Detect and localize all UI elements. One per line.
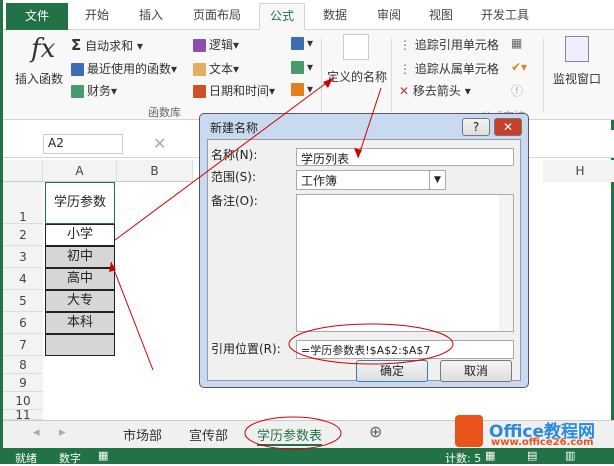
tab-data[interactable]: 数据 [323,6,347,23]
page-layout-icon[interactable]: ▤ [527,449,537,462]
logic-icon [193,39,206,52]
datetime-button[interactable]: 日期和时间▾ [193,82,275,99]
row-header-8[interactable]: 8 [3,356,43,374]
trace-dep-icon: ⋮ [399,62,411,76]
name-input[interactable]: 学历列表 [296,148,514,166]
row-header-6[interactable]: 6 [3,312,43,334]
evaluate-formula-icon[interactable]: ⓕ [511,82,523,99]
trace-precedents-button[interactable]: ⋮ 追踪引用单元格 [399,36,499,53]
new-name-dialog: 新建名称 ? ✕ 名称(N): 学历列表 范围(S): 工作簿 ▼ 备注(O): … [199,113,529,388]
math-button[interactable]: ▾ [291,60,313,74]
row-header-7[interactable]: 7 [3,334,43,356]
add-sheet-icon[interactable]: ⊕ [369,422,382,441]
normal-view-icon[interactable]: ▦ [485,449,495,462]
show-formulas-icon[interactable]: ▦ [511,36,522,50]
remove-arrows-icon: ✕ [399,84,410,98]
recent-functions-button[interactable]: 最近使用的函数▾ [71,60,177,77]
scrollbar[interactable] [499,195,513,331]
close-button[interactable]: ✕ [494,118,522,136]
name-label: 名称(N): [211,148,258,162]
watch-window-button[interactable]: 监视窗口 [553,70,601,87]
comment-label: 备注(O): [211,194,258,208]
tab-insert[interactable]: 插入 [139,6,163,23]
row-header-1[interactable]: 1 [3,182,43,224]
col-header-b[interactable]: B [117,160,193,182]
more-functions-button[interactable]: ▾ [291,82,313,96]
col-header-h[interactable]: H [543,160,614,182]
sheet-tab-education[interactable]: 学历参数表 [257,425,323,446]
row-header-3[interactable]: 3 [3,246,43,268]
trace-icon: ⋮ [399,38,411,52]
ribbon-tabs: 文件 开始 插入 页面布局 公式 数据 审阅 视图 开发工具 [3,0,614,31]
row-header-9[interactable]: 9 [3,374,43,392]
sheet-tab-publicity[interactable]: 宣传部 [189,425,228,444]
row-header-4[interactable]: 4 [3,268,43,290]
watermark-url: www.office26.com [491,437,594,448]
ref-input[interactable]: =学历参数表!$A$2:$A$7 [296,340,514,359]
page-break-icon[interactable]: ▥ [565,449,575,462]
logical-button[interactable]: 逻辑▾ [193,36,239,53]
math-icon [291,61,304,74]
scroll-left-icon[interactable]: ◂ [33,425,40,440]
finance-icon [71,85,84,98]
tab-page-layout[interactable]: 页面布局 [193,6,241,23]
tab-developer[interactable]: 开发工具 [481,6,529,23]
ok-button[interactable]: 确定 [356,360,428,382]
sheet-tab-market[interactable]: 市场部 [123,425,162,444]
sheet-tabs-bar: ◂ ▸ 市场部 宣传部 学历参数表 ⊕ Office教程网 www.office… [3,415,614,448]
comment-textarea[interactable] [296,194,514,332]
group-label-library: 函数库 [148,106,181,119]
autosum-button[interactable]: Σ 自动求和 ▾ [71,36,143,54]
row-header-11[interactable]: 11 [3,409,43,421]
star-icon [71,63,84,76]
text-icon [193,63,206,76]
tab-home[interactable]: 开始 [85,6,109,23]
ref-label: 引用位置(R): [211,342,281,356]
scroll-right-icon[interactable]: ▸ [59,425,66,440]
cancel-button[interactable]: 取消 [440,360,512,382]
sigma-icon: Σ [71,36,82,54]
cell-a1[interactable]: 学历参数 [45,182,115,224]
cell-a6[interactable]: 本科 [45,312,115,334]
trace-dependents-button[interactable]: ⋮ 追踪从属单元格 [399,60,499,77]
macro-record-icon[interactable]: ▦ [98,449,108,462]
help-button[interactable]: ? [462,118,490,136]
tab-review[interactable]: 审阅 [377,6,401,23]
tab-file[interactable]: 文件 [6,3,68,30]
row-header-2[interactable]: 2 [3,224,43,246]
cell-a2[interactable]: 小学 [45,224,115,246]
name-manager-icon [343,34,369,60]
cancel-icon[interactable]: ✕ [153,134,166,153]
more-icon [291,83,304,96]
cell-a5[interactable]: 大专 [45,290,115,312]
lookup-button[interactable]: ▾ [291,36,313,50]
defined-names-button[interactable]: 定义的名称 [327,68,387,85]
dialog-title: 新建名称 [210,121,259,135]
status-bar: 就绪 数字 ▦ 计数: 5 ▦ ▤ ▥ [3,448,614,465]
cell-a3[interactable]: 初中 [45,246,115,268]
dropdown-arrow-icon[interactable]: ▼ [429,171,445,189]
scope-label: 范围(S): [211,170,257,184]
lookup-icon [291,37,304,50]
clock-icon [193,85,206,98]
row-header-5[interactable]: 5 [3,290,43,312]
error-check-icon[interactable]: ✔▾ [511,60,527,74]
tab-formulas[interactable]: 公式 [259,3,306,31]
financial-button[interactable]: 财务▾ [71,82,117,99]
fx-icon: fx [31,34,56,64]
text-button[interactable]: 文本▾ [193,60,239,77]
remove-arrows-button[interactable]: ✕ 移去箭头 ▾ [399,82,471,99]
cell-a7[interactable] [45,334,115,356]
office-logo-icon [455,415,483,447]
ribbon: fx 插入函数 Σ 自动求和 ▾ 最近使用的函数▾ 财务▾ 逻辑▾ 文本▾ 日期… [3,30,614,123]
name-box[interactable]: A2 [43,134,123,154]
tab-view[interactable]: 视图 [429,6,453,23]
scope-select[interactable]: 工作簿 ▼ [296,170,446,190]
cell-a4[interactable]: 高中 [45,268,115,290]
col-header-a[interactable]: A [43,160,117,182]
glasses-icon [565,36,589,62]
insert-function-button[interactable]: 插入函数 [15,70,63,87]
